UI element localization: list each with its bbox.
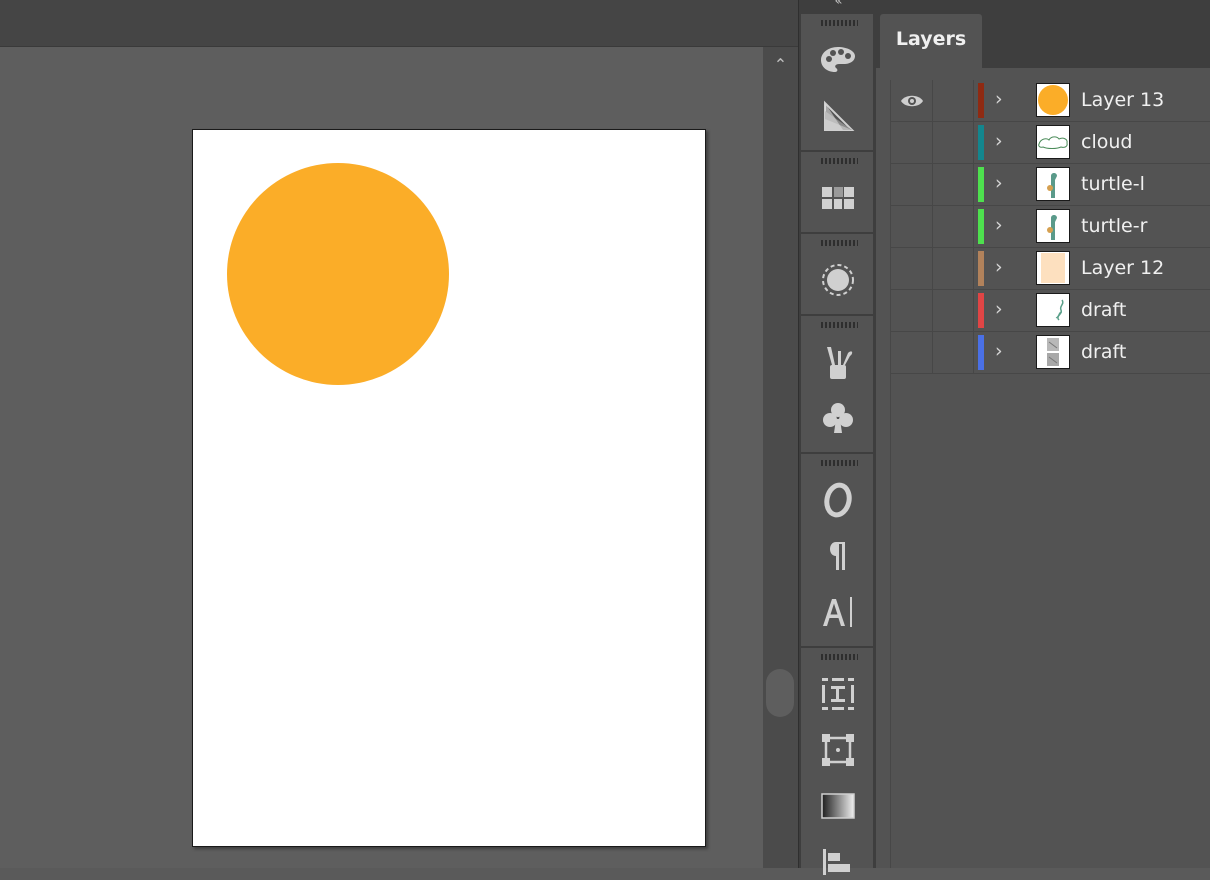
expand-chevron-icon[interactable]: › [995, 129, 1015, 153]
swatch-fan-icon[interactable] [820, 98, 856, 134]
vertical-scrollbar[interactable]: ⌃ [763, 47, 798, 868]
visibility-toggle[interactable] [891, 206, 933, 247]
visibility-toggle[interactable] [891, 80, 933, 121]
panel-icon-bar: ‹‹ [798, 0, 877, 875]
scroll-thumb[interactable] [766, 669, 794, 717]
layer-row[interactable]: › draft [891, 332, 1210, 374]
layer-name[interactable]: draft [1081, 332, 1126, 373]
lock-toggle[interactable] [933, 332, 974, 373]
visibility-toggle[interactable] [891, 248, 933, 289]
layer-name[interactable]: Layer 13 [1081, 80, 1164, 121]
paragraph-icon[interactable] [820, 538, 856, 574]
layer-color-bar [978, 83, 984, 118]
symbols-club-icon[interactable] [820, 400, 856, 436]
gradient-icon[interactable] [820, 788, 856, 824]
panel-tab-bar: Layers [876, 0, 1210, 68]
lock-toggle[interactable] [933, 164, 974, 205]
visibility-toggle[interactable] [891, 164, 933, 205]
layer-name[interactable]: cloud [1081, 122, 1132, 163]
group-grip[interactable] [821, 322, 858, 328]
tab-layers[interactable]: Layers [880, 14, 982, 68]
orange-circle-shape[interactable] [227, 163, 449, 385]
panel-group-swatches [801, 152, 873, 232]
stroke-circle-icon[interactable] [820, 262, 856, 298]
eye-icon [900, 95, 923, 106]
layer-row[interactable]: › turtle-l [891, 164, 1210, 206]
layers-panel: › Layer 13 › cloud › turtle-l › turtle-r… [876, 68, 1210, 868]
layer-row[interactable]: › cloud [891, 122, 1210, 164]
panel-group-type [801, 454, 873, 646]
layer-color-bar [978, 335, 984, 370]
color-palette-icon[interactable] [820, 42, 856, 78]
group-grip[interactable] [821, 460, 858, 466]
layer-thumbnail [1036, 251, 1070, 285]
group-grip[interactable] [821, 240, 858, 246]
transform-icon[interactable] [820, 676, 856, 712]
group-grip[interactable] [821, 20, 858, 26]
layer-thumbnail [1036, 209, 1070, 243]
scroll-up-icon[interactable]: ⌃ [763, 53, 798, 77]
layer-thumbnail [1036, 125, 1070, 159]
layer-row[interactable]: › turtle-r [891, 206, 1210, 248]
brushes-icon[interactable] [820, 344, 856, 380]
expand-chevron-icon[interactable]: › [995, 87, 1015, 111]
layer-thumbnail [1036, 167, 1070, 201]
expand-chevron-icon[interactable]: › [995, 255, 1015, 279]
lock-toggle[interactable] [933, 206, 974, 247]
canvas-area[interactable] [0, 47, 763, 868]
align-icon[interactable] [820, 844, 856, 880]
document-tab-bar [0, 0, 798, 47]
expand-chevron-icon[interactable]: › [995, 297, 1015, 321]
expand-chevron-icon[interactable]: › [995, 171, 1015, 195]
panel-group-color [801, 14, 873, 150]
lock-toggle[interactable] [933, 290, 974, 331]
panel-group-transform [801, 648, 873, 875]
opentype-glyph-icon[interactable] [820, 482, 856, 518]
layer-row[interactable]: › Layer 13 [891, 80, 1210, 122]
panel-group-brushes [801, 316, 873, 452]
layer-name[interactable]: turtle-l [1081, 164, 1145, 205]
character-icon[interactable] [820, 594, 856, 630]
layer-thumbnail [1036, 293, 1070, 327]
swatches-grid-icon[interactable] [820, 180, 856, 216]
layer-thumbnail [1036, 335, 1070, 369]
lock-toggle[interactable] [933, 122, 974, 163]
collapse-panels-icon[interactable]: ‹‹ [799, 0, 875, 9]
layer-color-bar [978, 125, 984, 160]
group-grip[interactable] [821, 654, 858, 660]
layers-list: › Layer 13 › cloud › turtle-l › turtle-r… [890, 80, 1210, 868]
expand-chevron-icon[interactable]: › [995, 339, 1015, 363]
artboard[interactable] [192, 129, 706, 847]
layer-color-bar [978, 167, 984, 202]
lock-toggle[interactable] [933, 248, 974, 289]
layer-thumbnail [1036, 83, 1070, 117]
layer-row[interactable]: › Layer 12 [891, 248, 1210, 290]
visibility-toggle[interactable] [891, 290, 933, 331]
layer-color-bar [978, 251, 984, 286]
group-grip[interactable] [821, 158, 858, 164]
panel-group-stroke [801, 234, 873, 314]
layer-name[interactable]: turtle-r [1081, 206, 1147, 247]
expand-chevron-icon[interactable]: › [995, 213, 1015, 237]
layer-name[interactable]: Layer 12 [1081, 248, 1164, 289]
visibility-toggle[interactable] [891, 122, 933, 163]
layer-color-bar [978, 209, 984, 244]
layer-name[interactable]: draft [1081, 290, 1126, 331]
layer-row[interactable]: › draft [891, 290, 1210, 332]
visibility-toggle[interactable] [891, 332, 933, 373]
artboard-icon[interactable] [820, 732, 856, 768]
layer-color-bar [978, 293, 984, 328]
lock-toggle[interactable] [933, 80, 974, 121]
